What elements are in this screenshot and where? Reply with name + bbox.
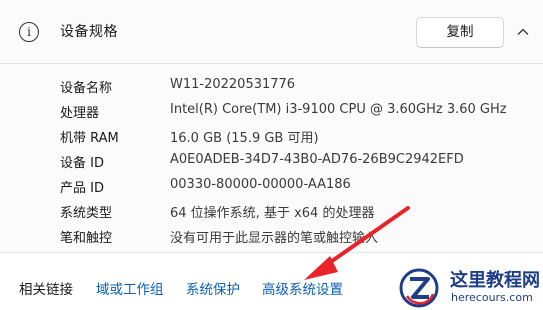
spec-row-processor: 处理器 Intel(R) Core(TM) i3-9100 CPU @ 3.60… [0, 99, 543, 123]
watermark-title: 这里教程网 [450, 270, 540, 291]
system-protection-link[interactable]: 系统保护 [186, 278, 240, 298]
chevron-up-icon[interactable] [517, 26, 529, 38]
info-icon: i [19, 22, 39, 42]
spec-row-pen-touch: 笔和触控 没有可用于此显示器的笔或触控输入 [0, 224, 543, 248]
spec-label: 系统类型 [60, 206, 113, 221]
spec-label: 设备 ID [60, 156, 104, 171]
spec-label: 处理器 [60, 106, 100, 121]
watermark-url: herecours.com [451, 291, 533, 304]
spec-value: A0E0ADEB-34D7-43B0-AD76-26B9C2942EFD [170, 152, 464, 167]
spec-value: 00330-80000-00000-AA186 [170, 177, 351, 192]
watermark-logo-icon [399, 268, 439, 308]
device-specs-header[interactable]: i 设备规格 复制 [0, 0, 543, 64]
spec-value: 没有可用于此显示器的笔或触控输入 [170, 231, 379, 246]
spec-row-product-id: 产品 ID 00330-80000-00000-AA186 [0, 174, 543, 198]
spec-label: 产品 ID [60, 181, 104, 196]
advanced-system-settings-link[interactable]: 高级系统设置 [262, 278, 343, 298]
spec-label: 笔和触控 [60, 231, 113, 246]
spec-row-system-type: 系统类型 64 位操作系统, 基于 x64 的处理器 [0, 199, 543, 223]
copy-button[interactable]: 复制 [416, 17, 504, 48]
spec-row-device-id: 设备 ID A0E0ADEB-34D7-43B0-AD76-26B9C2942E… [0, 149, 543, 173]
spec-value: 64 位操作系统, 基于 x64 的处理器 [170, 206, 375, 221]
site-watermark: 这里教程网 herecours.com [395, 262, 543, 310]
spec-value: 16.0 GB (15.9 GB 可用) [170, 131, 319, 146]
spec-row-device-name: 设备名称 W11-20220531776 [0, 74, 543, 98]
device-specs-card: i 设备规格 复制 设备名称 W11-20220531776 处理器 Intel… [0, 0, 543, 310]
spec-value: Intel(R) Core(TM) i3-9100 CPU @ 3.60GHz … [170, 102, 507, 117]
spec-value: W11-20220531776 [170, 77, 296, 92]
spec-row-ram: 机带 RAM 16.0 GB (15.9 GB 可用) [0, 124, 543, 148]
spec-label: 机带 RAM [60, 131, 119, 146]
related-links-label: 相关链接 [19, 282, 73, 298]
domain-workgroup-link[interactable]: 域或工作组 [96, 278, 164, 298]
section-title: 设备规格 [60, 24, 118, 40]
specs-list: 设备名称 W11-20220531776 处理器 Intel(R) Core(T… [0, 65, 543, 252]
spec-label: 设备名称 [60, 81, 113, 96]
